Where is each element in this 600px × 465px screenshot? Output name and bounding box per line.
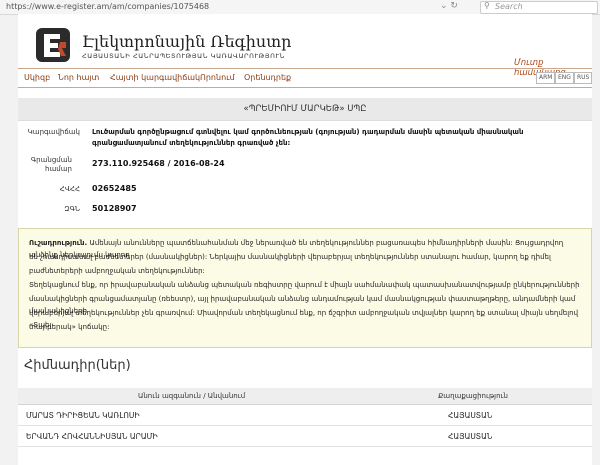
browser-toolbar: https://www.e-register.am/am/companies/1… bbox=[0, 0, 600, 15]
site-title: Էլեկտրոնային Ռեգիստր bbox=[82, 32, 292, 51]
nav-item-legislation[interactable]: Օրենսդրեք bbox=[244, 73, 291, 82]
founders-title: Հիմնադիր(ներ) bbox=[24, 358, 131, 373]
registration-number-value: 273.110.925468 / 2016-08-24 bbox=[92, 159, 225, 168]
founders-table-header: Անուն ազգանուն / Անվանում Քաղաքացիությու… bbox=[18, 388, 592, 405]
table-row: ՄԱՐԱՏ ԴԻՐԻՑԵԱՆ ԿԱՌԼՈՍԻ ՀԱՅԱՍՏԱՆ bbox=[18, 405, 592, 426]
lang-rus-button[interactable]: RUS bbox=[574, 72, 593, 84]
tax-id-label: ՀՎՀՀ bbox=[59, 185, 80, 193]
company-title-bar: «ՊՐԵՄԻՈՒՄ ՄԱՐԿԵԹ» ՍՊԸ bbox=[18, 98, 592, 121]
registration-number-label: Գրանցման համար bbox=[30, 156, 72, 173]
notice-line-7: տարբերակ» կոճակը: bbox=[29, 323, 110, 331]
attention-notice: Ուշադրություն. Ամենայն անունները պատճենա… bbox=[18, 228, 592, 348]
nav-item-search[interactable]: Որոնում bbox=[200, 73, 235, 82]
search-placeholder: Search bbox=[495, 2, 523, 11]
page-container: Էլեկտրոնային Ռեգիստր ՀԱՅԱՍՏԱՆԻ ՀԱՆՐԱՊԵՏՈ… bbox=[18, 14, 593, 465]
e-register-logo[interactable] bbox=[36, 28, 70, 62]
status-value: Լուծարման գործընթացում գտնվելու կամ գործ… bbox=[92, 128, 524, 147]
founder-name: ՄԱՐԱՏ ԴԻՐԻՑԵԱՆ ԿԱՌԼՈՍԻ bbox=[26, 411, 140, 420]
column-header-name: Անուն ազգանուն / Անվանում bbox=[138, 392, 246, 400]
nav-item-home[interactable]: Սկիզբ bbox=[24, 73, 50, 82]
search-icon: ⚲ bbox=[484, 1, 490, 10]
tax-id-value: 02652485 bbox=[92, 184, 137, 193]
status-label: Կարգավիճակ bbox=[27, 128, 80, 136]
lang-arm-button[interactable]: ARM bbox=[536, 72, 556, 84]
lang-eng-button[interactable]: ENG bbox=[555, 72, 574, 84]
site-subtitle: ՀԱՅԱՍՏԱՆԻ ՀԱՆՐԱՊԵՏՈՒԹՅԱՆ ԿԱՌԱՎԱՐՈՒԹՅՈՒՆ bbox=[82, 52, 285, 60]
founder-name: ԵՐՎԱՆԴ ՀՈՎՀԱՆՆԻՍՅԱՆ ԱՐԱՄԻ bbox=[26, 432, 158, 441]
nav-item-new-application[interactable]: Նոր հայտ bbox=[58, 73, 99, 82]
column-header-citizenship: Քաղաքացիություն bbox=[438, 392, 508, 400]
notice-line-4: Տեղեկացնում ենք, որ իրավաբանական անձանց … bbox=[29, 281, 580, 289]
main-nav: Սկիզբ Նոր հայտ Հայտի կարգավիճակ Որոնում … bbox=[18, 68, 593, 88]
company-name: «ՊՐԵՄԻՈՒՄ ՄԱՐԿԵԹ» ՍՊԸ bbox=[243, 104, 367, 114]
zgn-value: 50128907 bbox=[92, 204, 137, 213]
notice-line-3: բաժնետերերի ամբողջական տեղեկություններ: bbox=[29, 267, 205, 275]
table-row: ԵՐՎԱՆԴ ՀՈՎՀԱՆՆԻՍՅԱՆ ԱՐԱՄԻ ՀԱՅԱՍՏԱՆ bbox=[18, 426, 592, 447]
browser-nav-icons: ⌄ ↻ bbox=[440, 1, 458, 11]
notice-line-2: են չհանդիսանալ բաժնետերեր (մասնակիցներ):… bbox=[29, 253, 551, 261]
founder-citizenship: ՀԱՅԱՍՏԱՆ bbox=[448, 411, 493, 420]
founder-citizenship: ՀԱՅԱՍՏԱՆ bbox=[448, 432, 493, 441]
address-bar[interactable]: https://www.e-register.am/am/companies/1… bbox=[6, 2, 209, 11]
nav-item-application-status[interactable]: Հայտի կարգավիճակ bbox=[110, 73, 200, 82]
browser-search-input[interactable]: ⚲ Search bbox=[480, 1, 598, 14]
zgn-label: ԶԳՆ bbox=[64, 205, 80, 213]
notice-heading: Ուշադրություն. bbox=[29, 239, 88, 247]
